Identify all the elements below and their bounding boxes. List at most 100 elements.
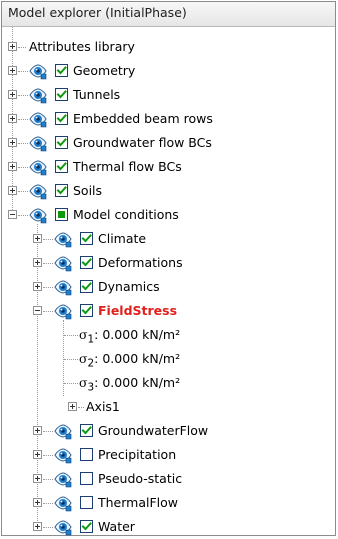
expand-icon[interactable] <box>33 498 42 507</box>
visibility-checkbox-unchecked[interactable] <box>80 496 93 509</box>
visibility-checkbox[interactable] <box>80 520 93 533</box>
tree-item-thermal-flow-bcs[interactable]: Thermal flow BCs <box>2 155 335 179</box>
tree-item-soils[interactable]: Soils <box>2 179 335 203</box>
expand-icon[interactable] <box>33 522 42 531</box>
eye-icon[interactable] <box>29 62 47 80</box>
tree-item-thermalflow[interactable]: ThermalFlow <box>2 491 335 515</box>
expand-icon[interactable] <box>8 90 17 99</box>
eye-icon[interactable] <box>29 182 47 200</box>
visibility-checkbox[interactable] <box>55 112 68 125</box>
tree-item-label[interactable]: Axis1 <box>86 399 120 415</box>
sigma1-value[interactable]: σ1: 0.000 kN/m² <box>79 327 180 348</box>
visibility-checkbox[interactable] <box>55 64 68 77</box>
visibility-checkbox[interactable] <box>55 184 68 197</box>
visibility-checkbox[interactable] <box>55 88 68 101</box>
tree-item-fieldstress[interactable]: FieldStress <box>2 299 335 323</box>
expand-icon[interactable] <box>68 402 77 411</box>
tree-connector <box>18 215 28 216</box>
eye-icon[interactable] <box>54 494 72 512</box>
tree-item-pseudo-static[interactable]: Pseudo-static <box>2 467 335 491</box>
tree-item-label[interactable]: GroundwaterFlow <box>98 423 208 439</box>
tree-item-attributes-library[interactable]: Attributes library <box>2 35 335 59</box>
tree-item-label[interactable]: Dynamics <box>98 279 160 295</box>
expand-icon[interactable] <box>33 282 42 291</box>
expand-icon[interactable] <box>8 162 17 171</box>
tree-item-label[interactable]: Thermal flow BCs <box>73 159 182 175</box>
expand-icon[interactable] <box>33 234 42 243</box>
tree-item-label[interactable]: Soils <box>73 183 102 199</box>
expand-icon[interactable] <box>8 42 17 51</box>
expand-icon[interactable] <box>33 426 42 435</box>
expand-icon[interactable] <box>8 138 17 147</box>
eye-icon[interactable] <box>54 230 72 248</box>
tree-connector <box>43 479 53 480</box>
tree-item-geometry[interactable]: Geometry <box>2 59 335 83</box>
tree-item-sigma2[interactable]: σ2: 0.000 kN/m² <box>2 347 335 371</box>
tree-item-label[interactable]: Pseudo-static <box>98 471 182 487</box>
expand-icon[interactable] <box>33 450 42 459</box>
tree-item-water[interactable]: Water <box>2 515 335 539</box>
tree-item-deformations[interactable]: Deformations <box>2 251 335 275</box>
tree-connector <box>18 167 28 168</box>
tree-item-label[interactable]: Climate <box>98 231 146 247</box>
expand-icon[interactable] <box>8 114 17 123</box>
tree-connector <box>18 71 28 72</box>
eye-icon[interactable] <box>29 134 47 152</box>
sigma2-value[interactable]: σ2: 0.000 kN/m² <box>79 351 180 372</box>
eye-icon[interactable] <box>54 518 72 536</box>
expand-icon[interactable] <box>8 66 17 75</box>
eye-icon[interactable] <box>54 278 72 296</box>
eye-icon[interactable] <box>54 446 72 464</box>
expand-icon[interactable] <box>33 258 42 267</box>
tree-connector <box>18 47 26 48</box>
collapse-icon[interactable] <box>33 306 42 315</box>
tree-item-label[interactable]: Embedded beam rows <box>73 111 213 127</box>
eye-icon[interactable] <box>29 158 47 176</box>
tree-item-model-conditions[interactable]: Model conditions <box>2 203 335 227</box>
tree-item-label[interactable]: Attributes library <box>29 39 135 55</box>
tree-item-label[interactable]: Geometry <box>73 63 135 79</box>
visibility-checkbox-unchecked[interactable] <box>80 472 93 485</box>
tree-item-axis1[interactable]: Axis1 <box>2 395 335 419</box>
tree-item-groundwaterflow[interactable]: GroundwaterFlow <box>2 419 335 443</box>
tree-item-climate[interactable]: Climate <box>2 227 335 251</box>
tree-item-groundwater-flow-bcs[interactable]: Groundwater flow BCs <box>2 131 335 155</box>
eye-icon[interactable] <box>29 110 47 128</box>
tree-item-label[interactable]: Groundwater flow BCs <box>73 135 212 151</box>
tree-item-label[interactable]: Water <box>98 519 135 535</box>
visibility-checkbox[interactable] <box>55 136 68 149</box>
tree-item-label-selected[interactable]: FieldStress <box>98 303 177 319</box>
expand-icon[interactable] <box>33 474 42 483</box>
tree-item-precipitation[interactable]: Precipitation <box>2 443 335 467</box>
eye-icon[interactable] <box>54 422 72 440</box>
model-explorer-panel: Model explorer (InitialPhase) Attributes… <box>1 1 336 536</box>
tree-item-label[interactable]: Deformations <box>98 255 183 271</box>
eye-icon[interactable] <box>29 86 47 104</box>
model-tree[interactable]: Attributes library Geometry Tunnels Embe… <box>2 27 335 537</box>
eye-icon[interactable] <box>54 302 72 320</box>
visibility-checkbox-unchecked[interactable] <box>80 448 93 461</box>
tree-item-dynamics[interactable]: Dynamics <box>2 275 335 299</box>
visibility-checkbox[interactable] <box>80 256 93 269</box>
visibility-checkbox[interactable] <box>80 232 93 245</box>
collapse-icon[interactable] <box>8 210 17 219</box>
tree-item-label[interactable]: Precipitation <box>98 447 176 463</box>
visibility-checkbox[interactable] <box>80 424 93 437</box>
expand-icon[interactable] <box>8 186 17 195</box>
visibility-checkbox[interactable] <box>80 304 93 317</box>
visibility-checkbox-partial[interactable] <box>55 208 68 221</box>
eye-icon[interactable] <box>54 254 72 272</box>
tree-item-sigma1[interactable]: σ1: 0.000 kN/m² <box>2 323 335 347</box>
eye-icon[interactable] <box>29 206 47 224</box>
eye-icon[interactable] <box>54 470 72 488</box>
sigma3-value[interactable]: σ3: 0.000 kN/m² <box>79 375 180 396</box>
tree-item-label[interactable]: Model conditions <box>73 207 179 223</box>
tree-item-tunnels[interactable]: Tunnels <box>2 83 335 107</box>
tree-item-sigma3[interactable]: σ3: 0.000 kN/m² <box>2 371 335 395</box>
visibility-checkbox[interactable] <box>55 160 68 173</box>
tree-item-label[interactable]: Tunnels <box>73 87 120 103</box>
tree-item-embedded-beam-rows[interactable]: Embedded beam rows <box>2 107 335 131</box>
tree-connector <box>43 527 53 528</box>
visibility-checkbox[interactable] <box>80 280 93 293</box>
tree-item-label[interactable]: ThermalFlow <box>98 495 178 511</box>
